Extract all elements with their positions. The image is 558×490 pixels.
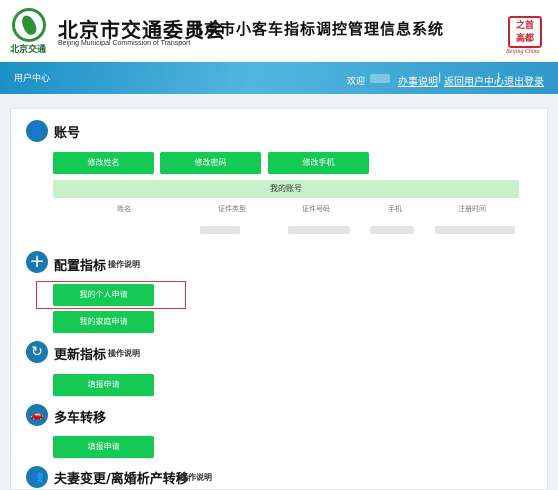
org-subtitle: Beijing Municipal Commission of Transpor… [58, 40, 191, 47]
user-center-label: 用户中心 [14, 74, 51, 84]
user-icon: 👤 [26, 120, 48, 142]
redacted-cell [288, 226, 350, 234]
divorce-title: 夫妻变更/离婚析产转移 [54, 472, 189, 487]
car-icon: 🚗 [26, 404, 48, 426]
renew-help-link[interactable]: 操作说明 [108, 348, 140, 359]
config-title: 配置指标 [54, 259, 107, 274]
system-title: 北京市小客车指标调控管理信息系统 [188, 21, 445, 38]
divorce-help-link[interactable]: 操作说明 [180, 472, 212, 483]
username-redacted [370, 74, 390, 83]
redacted-cell [200, 226, 240, 234]
welcome-label: 欢迎 [347, 77, 366, 87]
transport-logo-icon [12, 8, 46, 42]
personal-application-button[interactable]: 我的个人申请 [53, 284, 154, 306]
logo-caption: 北京交通 [10, 44, 47, 54]
return-user-center-link[interactable]: 返回用户中心 [444, 73, 504, 88]
edit-name-button[interactable]: 修改姓名 [53, 152, 154, 174]
nav-separator: | [497, 72, 501, 83]
nav-separator: | [438, 72, 442, 83]
family-application-button[interactable]: 我的家庭申请 [53, 311, 154, 333]
transfer-title: 多车转移 [54, 411, 107, 426]
col-id-type: 证件类型 [218, 205, 246, 213]
site-header: 北京交通 北京市交通委员会 Beijing Municipal Commissi… [0, 0, 558, 62]
people-icon: 👥 [26, 466, 48, 488]
redacted-cell [435, 226, 515, 234]
nav-bar: 用户中心 欢迎 办事说明 | 返回用户中心 | 退出登录 [0, 62, 558, 94]
transfer-apply-button[interactable]: 填报申请 [53, 436, 154, 458]
config-help-link[interactable]: 操作说明 [108, 259, 140, 270]
edit-password-button[interactable]: 修改密码 [160, 152, 261, 174]
col-phone: 手机 [388, 205, 402, 213]
beijing-seal-icon: 之首 高都 [508, 16, 542, 48]
redacted-cell [370, 226, 414, 234]
seal-caption: Beijing China [506, 49, 540, 55]
edit-phone-button[interactable]: 修改手机 [268, 152, 369, 174]
col-id-number: 证件号码 [302, 205, 330, 213]
col-register-time: 注册时间 [458, 205, 486, 213]
renew-apply-button[interactable]: 填报申请 [53, 374, 154, 396]
account-title: 账号 [54, 126, 81, 141]
renew-title: 更新指标 [54, 348, 107, 363]
plus-icon: + [26, 251, 48, 273]
col-name: 姓名 [117, 205, 131, 213]
my-account-bar: 我的账号 [53, 180, 519, 198]
help-link[interactable]: 办事说明 [398, 73, 438, 88]
refresh-icon: ↻ [26, 341, 48, 363]
logout-link[interactable]: 退出登录 [504, 73, 544, 88]
